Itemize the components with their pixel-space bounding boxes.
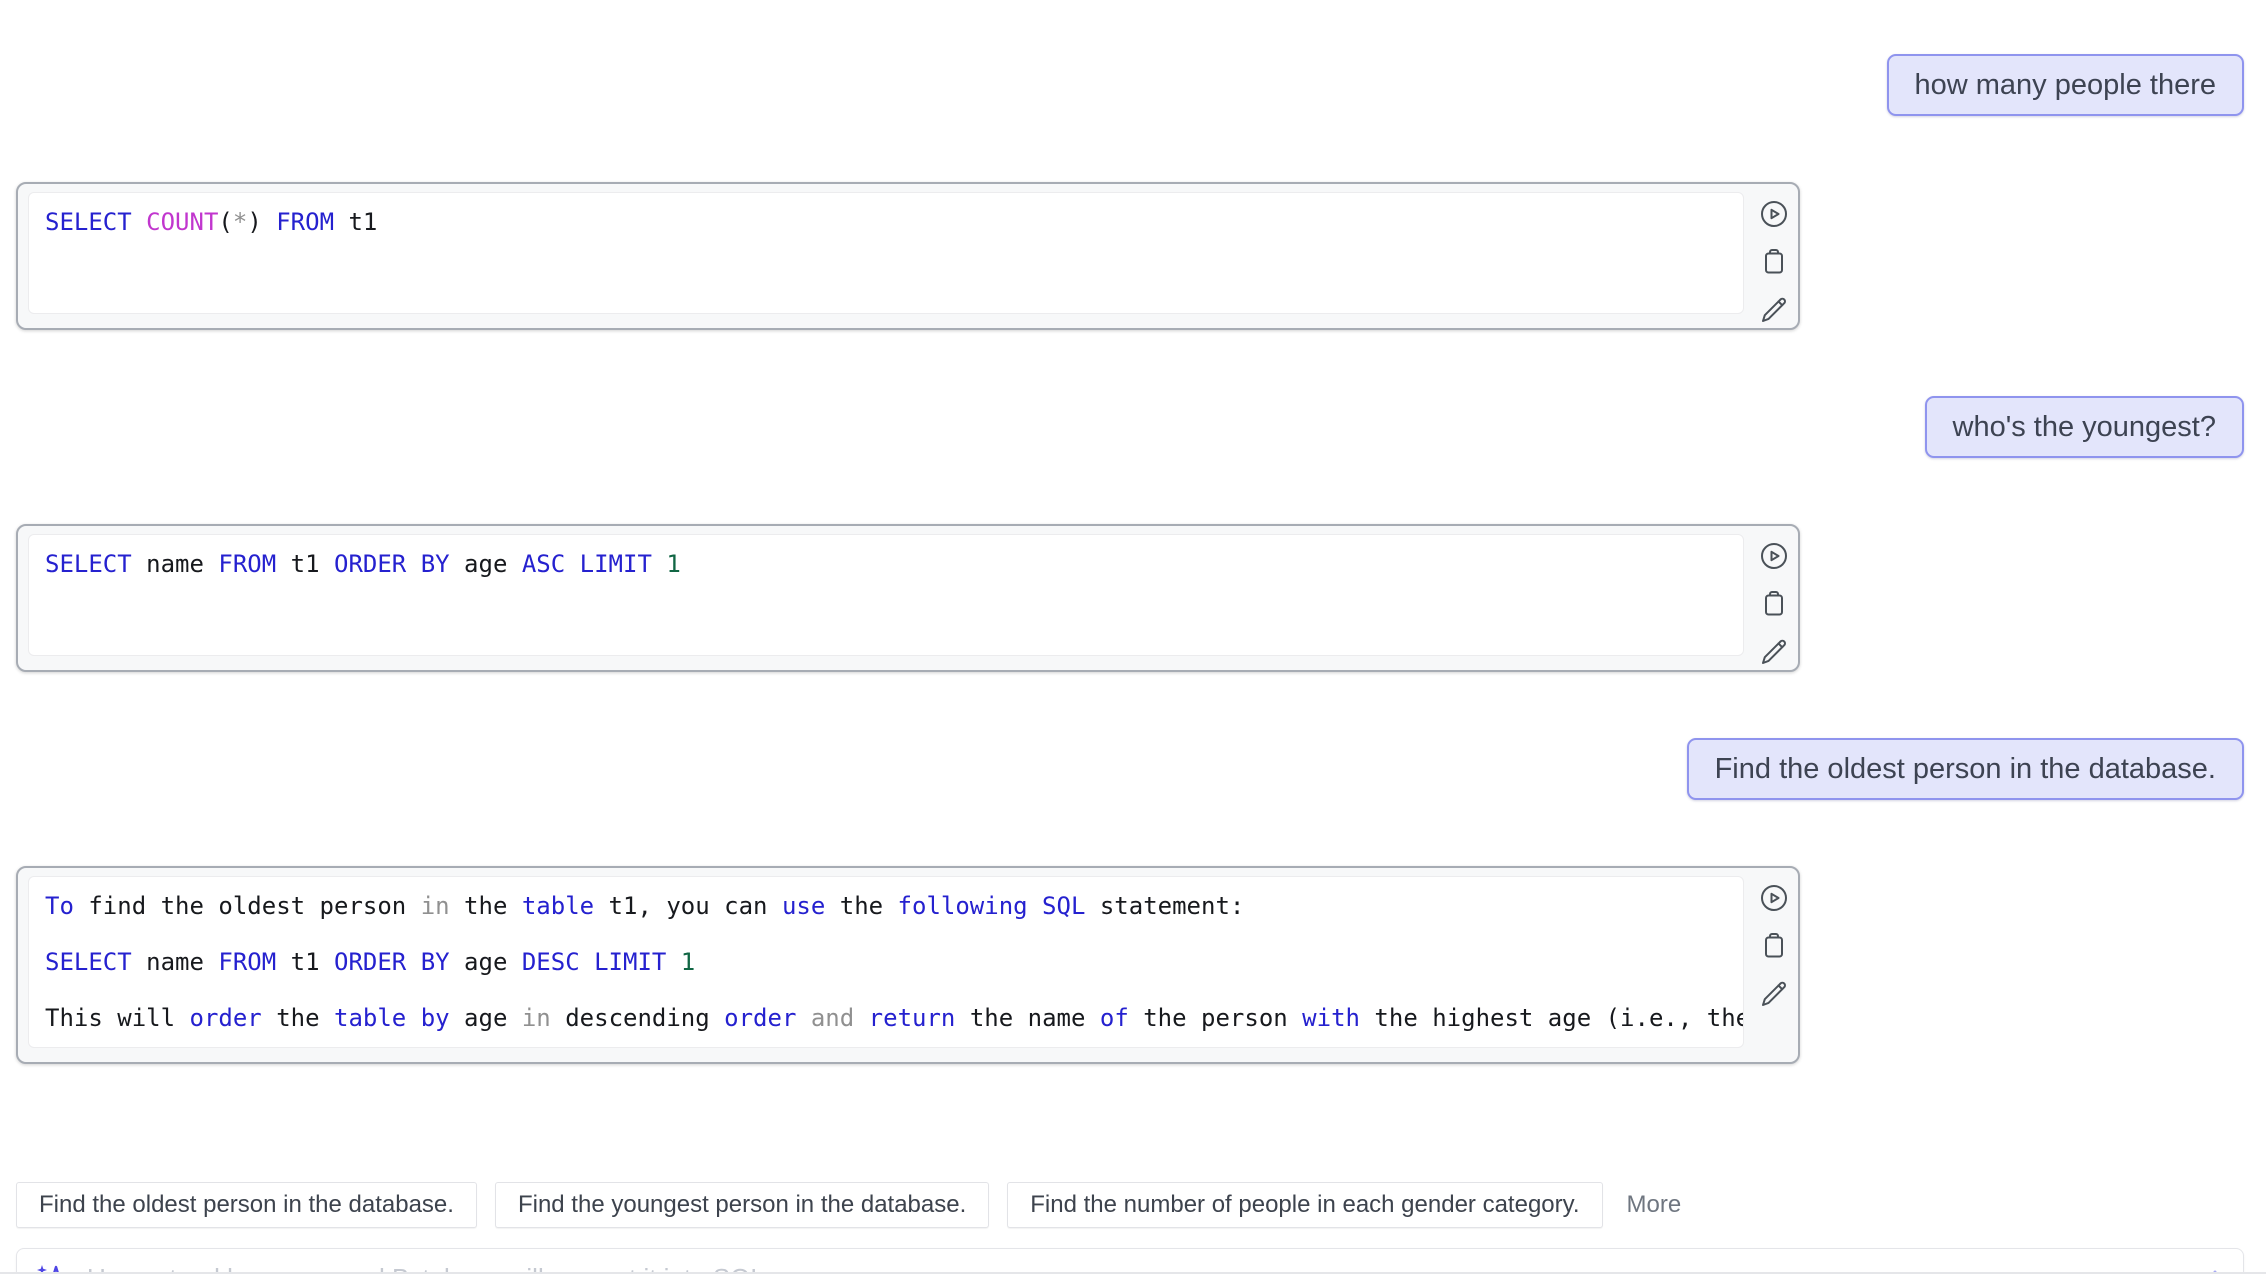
code-line: SELECT name FROM t1 ORDER BY age ASC LIM… — [45, 545, 1727, 583]
card-action-bar — [1758, 882, 1790, 1010]
code-line: This will order the table by age in desc… — [45, 999, 1727, 1037]
pencil-icon — [1758, 294, 1790, 326]
clipboard-icon — [1758, 588, 1790, 620]
run-sql-button[interactable] — [1758, 540, 1790, 572]
sql-code-block: To find the oldest person in the table t… — [28, 876, 1744, 1048]
copy-sql-button[interactable] — [1758, 930, 1790, 962]
ai-response-card: SELECT COUNT(*) FROM t1 — [16, 182, 1800, 330]
copy-sql-button[interactable] — [1758, 588, 1790, 620]
sql-code-block: SELECT COUNT(*) FROM t1 — [28, 192, 1744, 314]
edit-sql-button[interactable] — [1758, 978, 1790, 1010]
play-circle-icon — [1758, 198, 1790, 230]
card-action-bar — [1758, 540, 1790, 668]
play-circle-icon — [1758, 882, 1790, 914]
run-sql-button[interactable] — [1758, 198, 1790, 230]
code-line: To find the oldest person in the table t… — [45, 887, 1727, 925]
clipboard-icon — [1758, 246, 1790, 278]
play-circle-icon — [1758, 540, 1790, 572]
user-message-bubble: who's the youngest? — [1925, 396, 2245, 458]
suggestion-button[interactable]: Find the oldest person in the database. — [16, 1182, 477, 1228]
pencil-icon — [1758, 978, 1790, 1010]
chat-messages: how many people there SELECT COUNT(*) FR… — [16, 54, 2244, 1130]
card-action-bar — [1758, 198, 1790, 326]
suggestion-button[interactable]: Find the youngest person in the database… — [495, 1182, 989, 1228]
more-suggestions-link[interactable]: More — [1621, 1183, 1688, 1227]
code-line: SELECT name FROM t1 ORDER BY age DESC LI… — [45, 943, 1727, 981]
user-message-bubble: how many people there — [1887, 54, 2244, 116]
suggestion-buttons: Find the oldest person in the database. F… — [16, 1182, 2244, 1228]
edit-sql-button[interactable] — [1758, 636, 1790, 668]
nl-to-sql-composer — [16, 1248, 2244, 1274]
code-line: SELECT COUNT(*) FROM t1 — [45, 203, 1727, 241]
ai-response-card: To find the oldest person in the table t… — [16, 866, 1800, 1064]
suggestion-button[interactable]: Find the number of people in each gender… — [1007, 1182, 1602, 1228]
copy-sql-button[interactable] — [1758, 246, 1790, 278]
bytebase-ai-chat-panel: how many people there SELECT COUNT(*) FR… — [0, 0, 2266, 1274]
sql-code-block: SELECT name FROM t1 ORDER BY age ASC LIM… — [28, 534, 1744, 656]
user-message-bubble: Find the oldest person in the database. — [1687, 738, 2244, 800]
edit-sql-button[interactable] — [1758, 294, 1790, 326]
clipboard-icon — [1758, 930, 1790, 962]
ai-response-card: SELECT name FROM t1 ORDER BY age ASC LIM… — [16, 524, 1800, 672]
pencil-icon — [1758, 636, 1790, 668]
run-sql-button[interactable] — [1758, 882, 1790, 914]
